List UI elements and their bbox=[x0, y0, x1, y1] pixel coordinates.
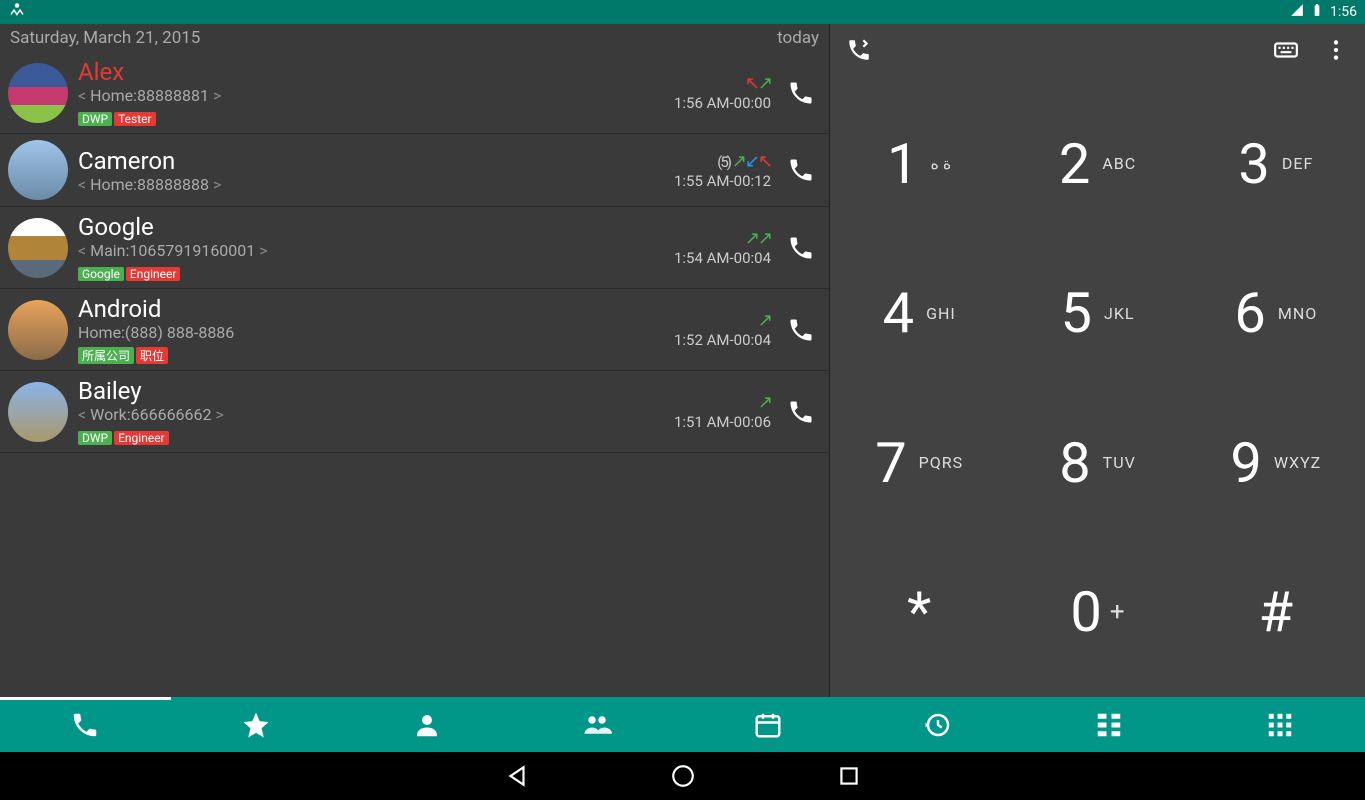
call-time: 1:52 AM-00:04 bbox=[674, 331, 771, 349]
keypad-8[interactable]: 8TUV bbox=[1008, 388, 1186, 538]
keypad-9[interactable]: 9WXYZ bbox=[1187, 388, 1365, 538]
voicemail-icon[interactable] bbox=[846, 37, 872, 67]
date-header: Saturday, March 21, 2015 bbox=[10, 28, 200, 48]
contact-tag: 职位 bbox=[136, 347, 168, 364]
more-icon[interactable] bbox=[1323, 37, 1349, 67]
call-button[interactable] bbox=[781, 150, 821, 190]
tab-phone[interactable] bbox=[0, 697, 171, 752]
bottom-tabs bbox=[0, 697, 1365, 752]
call-log-entry[interactable]: Alex < Home:88888881 > DWPTester ↖↗ 1:56… bbox=[0, 52, 829, 134]
tab-groups[interactable] bbox=[512, 697, 683, 752]
call-direction-icons: ↗ bbox=[674, 392, 771, 413]
call-time: 1:55 AM-00:12 bbox=[674, 172, 771, 190]
call-log-entry[interactable]: Cameron < Home:88888888 > (5) ↗↙↖ 1:55 A… bbox=[0, 134, 829, 207]
contact-number: Home:(888) 888-8886 bbox=[78, 323, 674, 342]
dialer-panel: 1ة ه2ABC3DEF 4GHI5JKL6MNO 7PQRS8TUV9WXYZ *0… bbox=[830, 24, 1365, 697]
contact-number: < Work:666666662 > bbox=[78, 405, 674, 424]
contact-tag: Engineer bbox=[126, 267, 181, 281]
avatar[interactable] bbox=[8, 63, 68, 123]
call-log-entry[interactable]: Android Home:(888) 888-8886 所属公司职位 ↗ 1:5… bbox=[0, 289, 829, 371]
contact-tag: DWP bbox=[78, 431, 112, 445]
contact-tag: DWP bbox=[78, 112, 112, 126]
avatar[interactable] bbox=[8, 300, 68, 360]
keypad-4[interactable]: 4GHI bbox=[830, 239, 1008, 389]
contact-number: < Home:88888888 > bbox=[78, 175, 674, 194]
recent-button[interactable] bbox=[836, 763, 862, 789]
contact-tag: 所属公司 bbox=[78, 347, 134, 364]
tab-contact[interactable] bbox=[341, 697, 512, 752]
contact-tag: Engineer bbox=[114, 431, 169, 445]
keyboard-icon[interactable] bbox=[1273, 37, 1299, 67]
keypad-3[interactable]: 3DEF bbox=[1187, 89, 1365, 239]
contact-number: < Main:10657919160001 > bbox=[78, 241, 674, 260]
tab-favorites[interactable] bbox=[171, 697, 342, 752]
contact-name: Cameron bbox=[78, 147, 674, 175]
keypad-1[interactable]: 1ة ه bbox=[830, 89, 1008, 239]
contact-number: < Home:88888881 > bbox=[78, 86, 674, 105]
avatar[interactable] bbox=[8, 140, 68, 200]
contact-tag: Google bbox=[78, 267, 124, 281]
keypad-0[interactable]: 0+ bbox=[1008, 538, 1186, 688]
tab-history[interactable] bbox=[853, 697, 1024, 752]
contact-name: Bailey bbox=[78, 377, 674, 405]
call-time: 1:56 AM-00:00 bbox=[674, 94, 771, 112]
keypad-*[interactable]: * bbox=[830, 538, 1008, 688]
call-direction-icons: ↗↗ bbox=[674, 228, 771, 249]
call-direction-icons: ↗ bbox=[674, 310, 771, 331]
call-log-panel: Saturday, March 21, 2015 today Alex < Ho… bbox=[0, 24, 830, 697]
status-time: 1:56 bbox=[1330, 4, 1357, 20]
app-indicator-icon bbox=[8, 1, 26, 23]
call-button[interactable] bbox=[781, 73, 821, 113]
call-time: 1:51 AM-00:06 bbox=[674, 413, 771, 431]
battery-icon bbox=[1310, 3, 1324, 21]
call-direction-icons: ↖↗ bbox=[674, 73, 771, 94]
call-log-entry[interactable]: Bailey < Work:666666662 > DWPEngineer ↗ … bbox=[0, 371, 829, 453]
keypad-6[interactable]: 6MNO bbox=[1187, 239, 1365, 389]
call-time: 1:54 AM-00:04 bbox=[674, 249, 771, 267]
keypad-#[interactable]: # bbox=[1187, 538, 1365, 688]
home-button[interactable] bbox=[670, 763, 696, 789]
call-button[interactable] bbox=[781, 392, 821, 432]
contact-tag: Tester bbox=[114, 112, 156, 126]
today-label: today bbox=[777, 28, 819, 48]
status-bar: 1:56 bbox=[0, 0, 1365, 24]
tab-grid[interactable] bbox=[1194, 697, 1365, 752]
keypad-2[interactable]: 2ABC bbox=[1008, 89, 1186, 239]
signal-icon bbox=[1290, 3, 1304, 21]
contact-name: Android bbox=[78, 295, 674, 323]
call-log-entry[interactable]: Google < Main:10657919160001 > GoogleEng… bbox=[0, 207, 829, 289]
call-direction-icons: (5) ↗↙↖ bbox=[674, 151, 771, 172]
avatar[interactable] bbox=[8, 218, 68, 278]
avatar[interactable] bbox=[8, 382, 68, 442]
keypad-5[interactable]: 5JKL bbox=[1008, 239, 1186, 389]
keypad-7[interactable]: 7PQRS bbox=[830, 388, 1008, 538]
call-button[interactable] bbox=[781, 310, 821, 350]
contact-name: Google bbox=[78, 213, 674, 241]
tab-calendar[interactable] bbox=[683, 697, 854, 752]
call-button[interactable] bbox=[781, 228, 821, 268]
contact-name: Alex bbox=[78, 58, 674, 86]
back-button[interactable] bbox=[504, 763, 530, 789]
android-nav-bar bbox=[0, 752, 1365, 800]
tab-grid-large[interactable] bbox=[1024, 697, 1195, 752]
